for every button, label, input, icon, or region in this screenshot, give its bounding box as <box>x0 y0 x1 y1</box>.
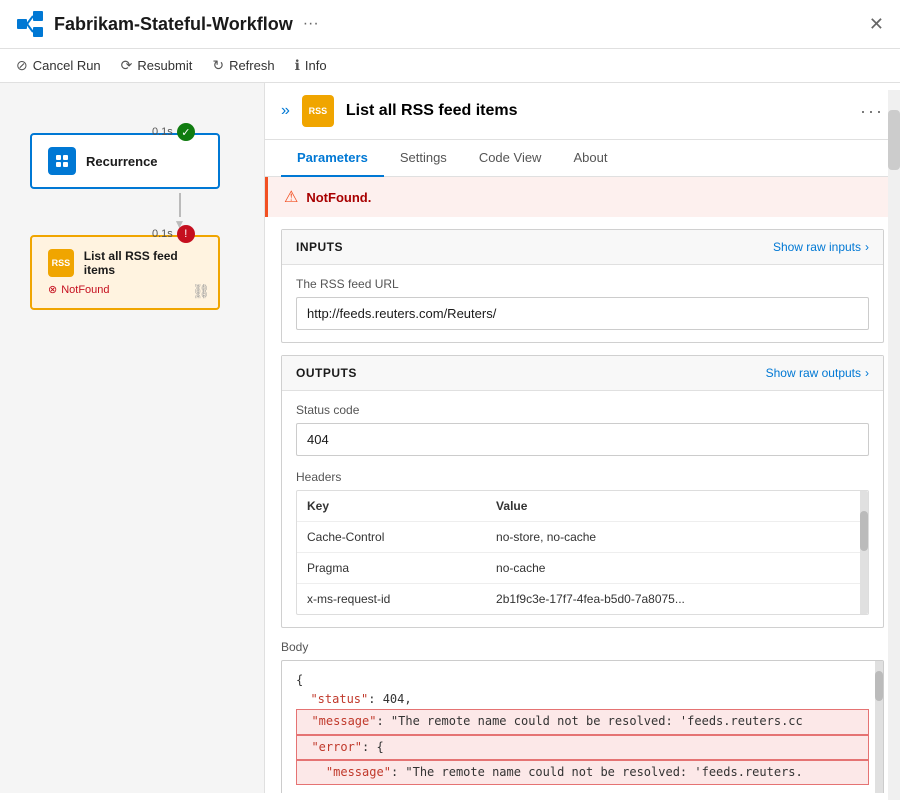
inputs-title: INPUTS <box>296 240 343 254</box>
show-raw-outputs-button[interactable]: Show raw outputs › <box>766 366 869 380</box>
key-column-header: Key <box>297 491 486 522</box>
chevron-right-icon: › <box>865 240 869 254</box>
request-id-key: x-ms-request-id <box>297 584 486 615</box>
resubmit-button[interactable]: ⟳ Resubmit <box>121 57 193 74</box>
workflow-icon <box>16 10 44 38</box>
panel-more-button[interactable]: ··· <box>860 101 884 122</box>
recurrence-badge: 0.1s ✓ <box>152 123 195 141</box>
inputs-section-header: INPUTS Show raw inputs › <box>282 230 883 265</box>
panel-content[interactable]: ⚠ NotFound. INPUTS Show raw inputs › The… <box>265 177 900 793</box>
headers-table: Key Value Cache-Control no-store, no-cac… <box>297 491 868 614</box>
close-button[interactable]: ✕ <box>869 14 884 35</box>
info-icon: ℹ <box>295 57 300 74</box>
tab-settings[interactable]: Settings <box>384 140 463 177</box>
request-id-value: 2b1f9c3e-17f7-4fea-b5d0-7a8075... <box>486 584 868 615</box>
rss-icon: RSS <box>48 249 74 277</box>
status-code-value: 404 <box>296 423 869 456</box>
panel-header: » RSS List all RSS feed items ··· <box>265 83 900 140</box>
error-badge-icon: ! <box>177 225 195 243</box>
code-line-4: "error": { <box>296 735 869 760</box>
cache-control-value: no-store, no-cache <box>486 522 868 553</box>
code-line-3: "message": "The remote name could not be… <box>296 709 869 734</box>
right-panel: » RSS List all RSS feed items ··· Parame… <box>265 83 900 793</box>
expand-icon[interactable]: » <box>281 102 290 120</box>
refresh-button[interactable]: ↻ Refresh <box>212 57 274 74</box>
rss-url-value: http://feeds.reuters.com/Reuters/ <box>296 297 869 330</box>
rss-timing: 0.1s <box>152 228 173 240</box>
table-row: Pragma no-cache <box>297 553 868 584</box>
tab-about[interactable]: About <box>557 140 623 177</box>
recurrence-icon <box>48 147 76 175</box>
headers-label: Headers <box>296 470 869 484</box>
table-row: Cache-Control no-store, no-cache <box>297 522 868 553</box>
outputs-section-header: OUTPUTS Show raw outputs › <box>282 356 883 391</box>
resubmit-icon: ⟳ <box>121 57 133 74</box>
rss-node-label: List all RSS feed items <box>84 249 202 277</box>
panel-title: List all RSS feed items <box>346 102 848 120</box>
cache-control-key: Cache-Control <box>297 522 486 553</box>
title-bar: Fabrikam-Stateful-Workflow ··· ✕ <box>0 0 900 49</box>
recurrence-label: Recurrence <box>86 154 158 169</box>
code-line-5: "message": "The remote name could not be… <box>296 760 869 785</box>
value-column-header: Value <box>486 491 868 522</box>
warning-icon: ⚠ <box>284 187 298 207</box>
error-circle-icon: ⊗ <box>48 283 57 296</box>
chevron-right-icon-2: › <box>865 366 869 380</box>
tabs: Parameters Settings Code View About <box>265 140 900 177</box>
pragma-value: no-cache <box>486 553 868 584</box>
toolbar: ⊘ Cancel Run ⟳ Resubmit ↻ Refresh ℹ Info <box>0 49 900 83</box>
body-label: Body <box>281 640 884 654</box>
rss-badge: 0.1s ! <box>152 225 195 243</box>
cancel-icon: ⊘ <box>16 57 28 74</box>
cancel-run-button[interactable]: ⊘ Cancel Run <box>16 57 101 74</box>
link-icon: ⛓ <box>192 283 210 300</box>
error-banner-text: NotFound. <box>306 190 371 205</box>
code-line-2: "status": 404, <box>296 690 869 709</box>
recurrence-node[interactable]: 0.1s ✓ Recurrence <box>30 133 220 189</box>
error-banner: ⚠ NotFound. <box>265 177 900 217</box>
outputs-title: OUTPUTS <box>296 366 357 380</box>
tab-parameters[interactable]: Parameters <box>281 140 384 177</box>
body-code-block: { "status": 404, "message": "The remote … <box>281 660 884 793</box>
inputs-section: INPUTS Show raw inputs › The RSS feed UR… <box>281 229 884 343</box>
refresh-icon: ↻ <box>212 57 224 74</box>
rss-node[interactable]: 0.1s ! RSS List all RSS feed items ⊗ Not… <box>30 235 220 310</box>
info-button[interactable]: ℹ Info <box>295 57 327 74</box>
pragma-key: Pragma <box>297 553 486 584</box>
body-section: Body { "status": 404, "message": "The re… <box>281 640 884 793</box>
rss-error-text: ⊗ NotFound <box>48 283 202 296</box>
tab-code-view[interactable]: Code View <box>463 140 558 177</box>
code-line-1: { <box>296 671 869 690</box>
rss-url-label: The RSS feed URL <box>296 277 869 291</box>
window-title: Fabrikam-Stateful-Workflow <box>54 14 293 35</box>
recurrence-timing: 0.1s <box>152 126 173 138</box>
outputs-body: Status code 404 Headers Key Value <box>282 391 883 627</box>
status-code-label: Status code <box>296 403 869 417</box>
title-more-button[interactable]: ··· <box>303 15 319 33</box>
table-row: x-ms-request-id 2b1f9c3e-17f7-4fea-b5d0-… <box>297 584 868 615</box>
workflow-canvas: 0.1s ✓ Recurrence ▼ 0.1s ! <box>0 83 265 793</box>
show-raw-inputs-button[interactable]: Show raw inputs › <box>773 240 869 254</box>
main-layout: 0.1s ✓ Recurrence ▼ 0.1s ! <box>0 83 900 793</box>
outputs-section: OUTPUTS Show raw outputs › Status code 4… <box>281 355 884 628</box>
inputs-body: The RSS feed URL http://feeds.reuters.co… <box>282 265 883 342</box>
panel-rss-icon: RSS <box>302 95 334 127</box>
success-badge-icon: ✓ <box>177 123 195 141</box>
